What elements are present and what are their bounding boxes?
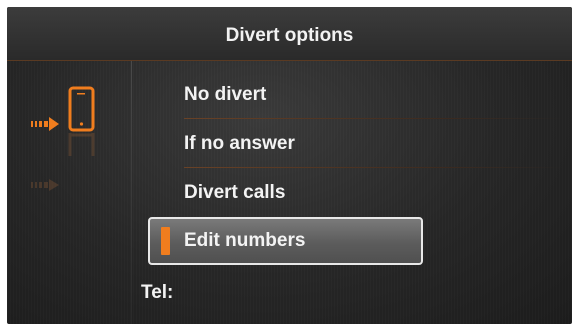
tel-label: Tel: xyxy=(141,282,174,303)
divert-illustration xyxy=(7,61,131,324)
menu-item-label: No divert xyxy=(184,84,267,105)
mobile-phone-icon xyxy=(68,86,95,132)
menu-item-edit-numbers[interactable]: Edit numbers xyxy=(148,217,423,265)
phone-reflection xyxy=(31,133,95,191)
divert-options-screen: Divert options No divert If no answer Di… xyxy=(7,7,572,324)
separator xyxy=(184,118,563,119)
title-bar: Divert options xyxy=(7,7,572,61)
separator xyxy=(184,167,563,168)
menu-item-no-divert[interactable]: No divert xyxy=(148,71,563,119)
menu-item-if-no-answer[interactable]: If no answer xyxy=(148,120,563,168)
menu-item-label: Edit numbers xyxy=(184,230,306,251)
page-title: Divert options xyxy=(225,25,354,46)
menu-item-label: If no answer xyxy=(184,133,295,154)
menu-item-divert-calls[interactable]: Divert calls xyxy=(148,169,423,217)
menu-item-label: Divert calls xyxy=(184,182,286,203)
vertical-divider xyxy=(131,61,132,324)
selection-indicator xyxy=(161,227,170,255)
incoming-arrow-icon xyxy=(31,117,59,131)
